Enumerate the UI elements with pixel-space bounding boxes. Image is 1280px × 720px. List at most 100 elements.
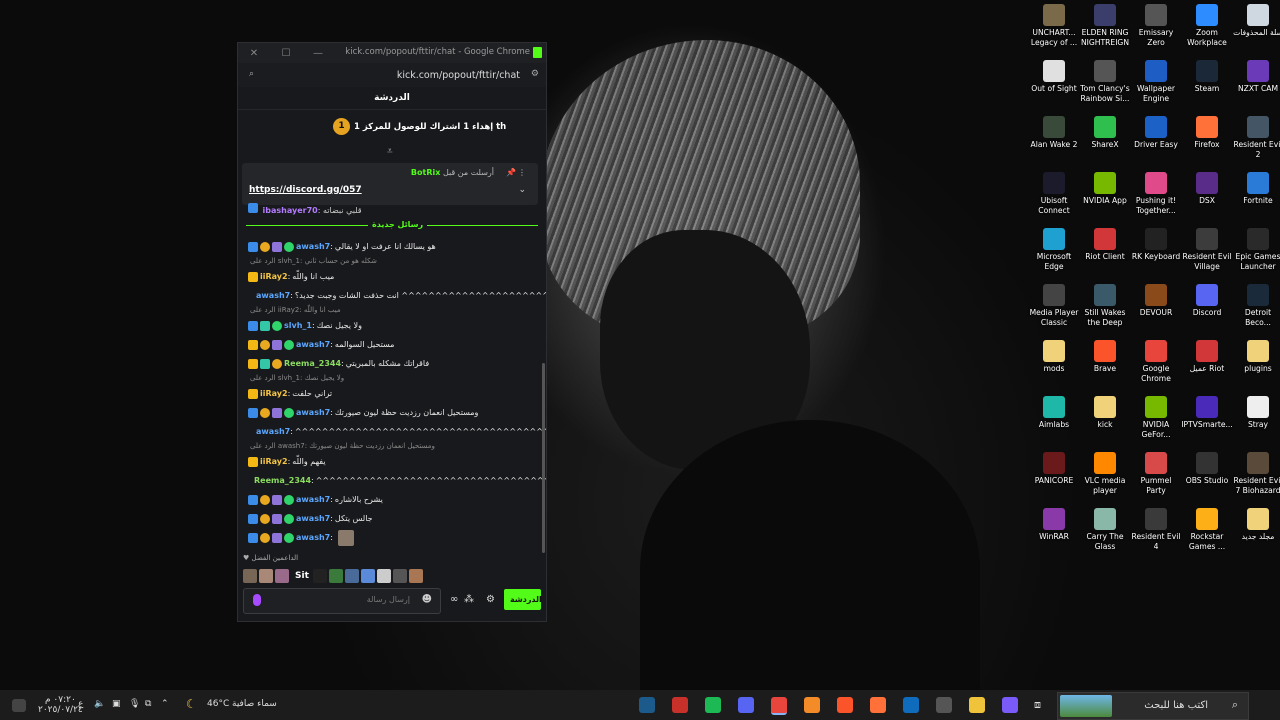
emoji-icon[interactable]: ☻ <box>422 594 432 605</box>
desktop-icon[interactable]: Still Wakes the Deep <box>1079 280 1131 327</box>
chat-username[interactable]: awash7 <box>296 533 330 542</box>
desktop-icon[interactable]: Zoom Workplace <box>1181 0 1233 47</box>
desktop-icon[interactable]: Detroit Beco... <box>1232 280 1280 327</box>
avatar[interactable] <box>360 569 375 583</box>
avatar[interactable] <box>328 569 343 583</box>
avatar[interactable] <box>275 569 289 583</box>
display-icon[interactable]: ▣ <box>112 699 121 709</box>
desktop-icon[interactable]: Discord <box>1181 280 1233 318</box>
desktop-icon[interactable]: Wallpaper Engine <box>1130 56 1182 103</box>
share-icon[interactable]: ⁂ <box>464 594 474 605</box>
task-view-icon[interactable]: ⧈ <box>1034 698 1041 712</box>
chat-username[interactable]: awash7 <box>296 408 330 417</box>
microphone-icon[interactable]: 🎙 <box>129 699 140 709</box>
desktop-icon[interactable]: PANICORE <box>1028 448 1080 486</box>
desktop-icon[interactable]: Aimlabs <box>1028 392 1080 430</box>
chat-username[interactable]: awash7 <box>256 291 290 300</box>
pinned-link[interactable]: https://discord.gg/057 <box>249 185 362 195</box>
desktop-icon[interactable]: Tom Clancy's Rainbow Si... <box>1079 56 1131 103</box>
weather-text[interactable]: سماء صافية <box>232 699 277 709</box>
copilot-icon[interactable] <box>1002 697 1018 713</box>
clock[interactable]: ٠٧:٢٠ م ٢٠٢٥/٠٧/٢٤ <box>38 695 83 715</box>
pinned-username[interactable]: BotRix <box>411 168 440 177</box>
desktop-icon[interactable]: Epic Games Launcher <box>1232 224 1280 271</box>
steam-icon[interactable] <box>639 697 655 713</box>
expand-chevron-icon[interactable]: ⩡ <box>387 146 393 157</box>
desktop-icon[interactable]: mods <box>1028 336 1080 374</box>
desktop-icon[interactable]: Resident Evil 2 <box>1232 112 1280 159</box>
desktop-icon[interactable]: Fortnite <box>1232 168 1280 206</box>
send-chat-button[interactable]: الدردشة <box>504 589 542 610</box>
more-options-icon[interactable]: ⋮ <box>518 168 526 177</box>
desktop-icon[interactable]: Resident Evil Village <box>1181 224 1233 271</box>
desktop-icon[interactable]: Driver Easy <box>1130 112 1182 150</box>
desktop-icon[interactable]: Microsoft Edge <box>1028 224 1080 271</box>
avatar[interactable] <box>408 569 423 583</box>
desktop-icon[interactable]: Out of Sight <box>1028 56 1080 94</box>
desktop-icon[interactable]: NZXT CAM <box>1232 56 1280 94</box>
chat-username[interactable]: awash7 <box>296 242 330 251</box>
desktop-icon[interactable]: Brave <box>1079 336 1131 374</box>
circle-app-icon[interactable] <box>672 697 688 713</box>
desktop-icon[interactable]: Steam <box>1181 56 1233 94</box>
desktop-icon[interactable]: Pushing it! Together... <box>1130 168 1182 215</box>
chat-username[interactable]: iiRay2 <box>260 272 288 281</box>
store-icon[interactable] <box>936 697 952 713</box>
zoom-icon[interactable]: ⌕ <box>249 69 254 79</box>
site-settings-icon[interactable]: ⚙ <box>531 69 539 79</box>
firefox-icon[interactable] <box>870 697 886 713</box>
infinity-icon[interactable]: ∞ <box>450 594 458 605</box>
spotify-icon[interactable] <box>705 697 721 713</box>
desktop-icon[interactable]: IPTVSmarte... <box>1181 392 1233 430</box>
avatar[interactable] <box>344 569 359 583</box>
chat-username[interactable]: awash7 <box>296 340 330 349</box>
url-text[interactable]: kick.com/popout/fttir/chat <box>397 70 520 81</box>
volume-icon[interactable]: 🔈 <box>94 699 105 709</box>
settings-icon[interactable]: ⚙ <box>486 594 495 605</box>
chat-scrollbar[interactable] <box>542 363 545 553</box>
desktop-icon[interactable]: Pummel Party <box>1130 448 1182 495</box>
desktop-icon[interactable]: OBS Studio <box>1181 448 1233 486</box>
avatar[interactable] <box>376 569 391 583</box>
desktop-icon[interactable]: Riot Client <box>1079 224 1131 262</box>
discord-icon[interactable] <box>738 697 754 713</box>
chat-username[interactable]: awash7 <box>256 427 290 436</box>
desktop-icon[interactable]: Stray <box>1232 392 1280 430</box>
notifications-icon[interactable] <box>12 699 26 712</box>
partial-username[interactable]: ibashayer70 <box>263 206 318 215</box>
desktop-icon[interactable]: UNCHART... Legacy of ... <box>1028 0 1080 47</box>
show-hidden-icon[interactable]: ⌃ <box>161 699 169 709</box>
chat-username[interactable]: iiRay2 <box>260 457 288 466</box>
minimize-icon[interactable]: — <box>302 48 334 59</box>
desktop-icon[interactable]: Ubisoft Connect <box>1028 168 1080 215</box>
chrome-icon[interactable] <box>771 697 787 715</box>
desktop-icon[interactable]: Resident Evil 4 <box>1130 504 1182 551</box>
desktop-icon[interactable]: kick <box>1079 392 1131 430</box>
desktop-icon[interactable]: عميل Riot <box>1181 336 1233 374</box>
chevron-down-icon[interactable]: ⌄ <box>518 185 526 195</box>
search-box[interactable]: اكتب هنا للبحث ⌕ <box>1057 692 1249 720</box>
language-indicator[interactable]: ع <box>78 699 83 709</box>
chat-username[interactable]: awash7 <box>296 495 330 504</box>
close-icon[interactable]: ✕ <box>238 48 270 59</box>
avatar[interactable] <box>312 569 327 583</box>
desktop-icon[interactable]: Resident Evil 7 Biohazard <box>1232 448 1280 495</box>
desktop-icon[interactable]: WinRAR <box>1028 504 1080 542</box>
desktop-icon[interactable]: Carry The Glass <box>1079 504 1131 551</box>
desktop-icon[interactable]: Google Chrome <box>1130 336 1182 383</box>
pin-icon[interactable]: 📌 <box>506 168 516 177</box>
desktop-icon[interactable]: RK Keyboard <box>1130 224 1182 262</box>
desktop-icon[interactable]: VLC media player <box>1079 448 1131 495</box>
tray-app-icon[interactable]: ⧉ <box>145 699 151 709</box>
chat-username[interactable]: slvh_1 <box>284 321 312 330</box>
avatar[interactable] <box>259 569 273 583</box>
desktop-icon[interactable]: سلة المحذوفات <box>1232 0 1280 38</box>
desktop-icon[interactable]: NVIDIA GeFor... <box>1130 392 1182 439</box>
chat-username[interactable]: awash7 <box>296 514 330 523</box>
chat-username[interactable]: iiRay2 <box>260 389 288 398</box>
desktop-icon[interactable]: ELDEN RING NIGHTREIGN <box>1079 0 1131 47</box>
aimp-icon[interactable] <box>804 697 820 713</box>
explorer-icon[interactable] <box>969 697 985 713</box>
desktop-icon[interactable]: Rockstar Games ... <box>1181 504 1233 551</box>
desktop-icon[interactable]: Firefox <box>1181 112 1233 150</box>
